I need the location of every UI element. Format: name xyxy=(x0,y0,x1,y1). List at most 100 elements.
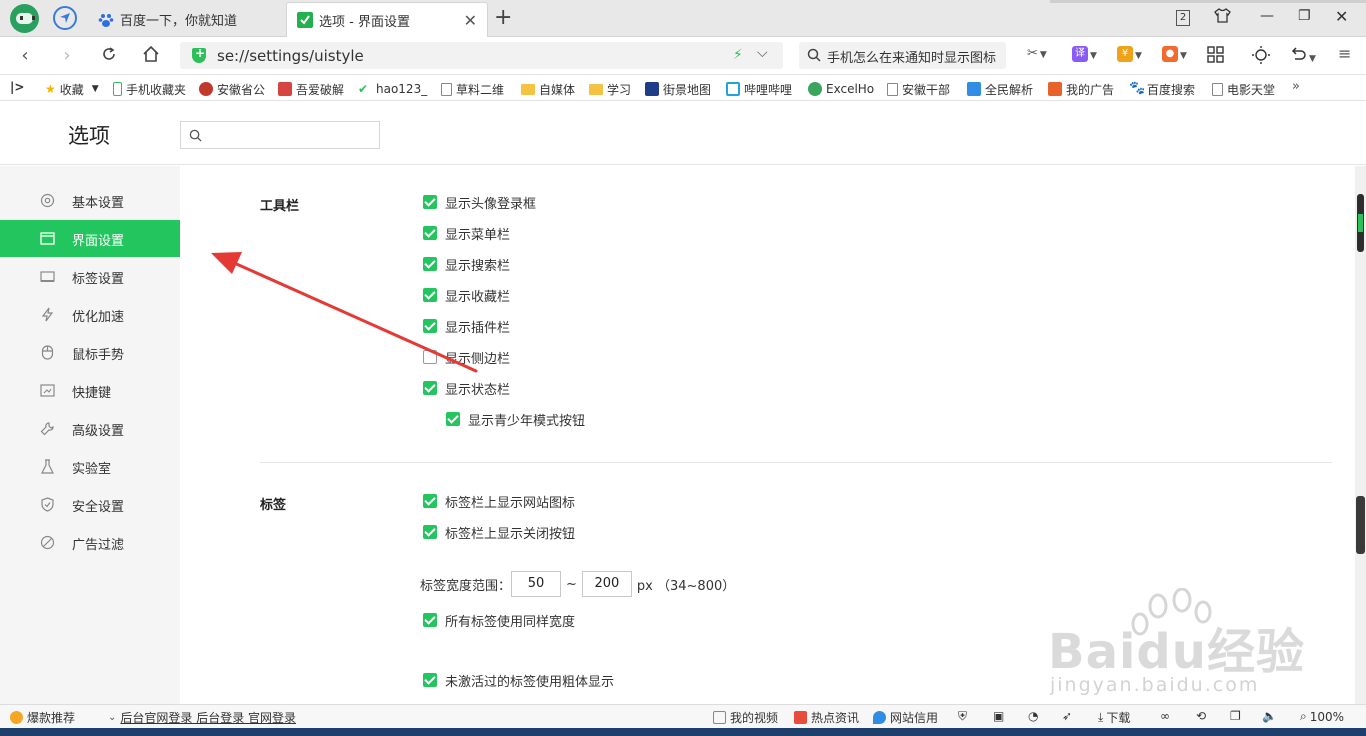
home-icon[interactable] xyxy=(140,45,162,67)
more-bookmarks-icon[interactable]: » xyxy=(1292,79,1300,94)
image-icon[interactable]: ▣ xyxy=(993,709,1004,723)
checkbox[interactable] xyxy=(423,381,437,395)
reload-icon[interactable] xyxy=(98,45,120,67)
apps-grid-icon[interactable] xyxy=(1207,46,1224,66)
bookmark-item[interactable]: 我的广告 xyxy=(1048,81,1116,97)
scrollbar-thumb[interactable] xyxy=(1357,194,1364,252)
restore-icon[interactable]: ❐ xyxy=(1298,8,1311,24)
status-link[interactable]: ⌄ 后台官网登录 后台登录 官网登录 xyxy=(108,709,296,726)
checkbox[interactable] xyxy=(423,613,437,627)
menu-icon[interactable]: ≡ xyxy=(1338,44,1351,64)
option-show-statusbar[interactable]: 显示状态栏 xyxy=(423,379,510,398)
bookmark-item[interactable]: 全民解析 xyxy=(967,81,1035,97)
option-show-avatar[interactable]: 显示头像登录框 xyxy=(423,193,536,212)
new-tab-icon[interactable]: + xyxy=(494,5,512,31)
sync-icon[interactable]: ⟲ xyxy=(1196,709,1206,723)
bookmark-item[interactable]: 安徽干部 xyxy=(887,81,955,97)
download-button[interactable]: ⤓ 下载 xyxy=(1098,709,1130,726)
option-bold-inactive[interactable]: 未激活过的标签使用粗体显示 xyxy=(423,671,614,690)
browser-logo-icon[interactable] xyxy=(10,4,39,33)
forward-icon[interactable]: › xyxy=(56,45,78,67)
sidebar-item-mouse[interactable]: 鼠标手势 xyxy=(0,334,180,371)
bookmark-favorites[interactable]: ★ 收藏 ▼ xyxy=(45,81,99,97)
chevron-down-icon[interactable]: ⌵ xyxy=(757,45,768,61)
checkbox[interactable] xyxy=(423,226,437,240)
window-mode-icon[interactable]: ❐ xyxy=(1230,709,1241,723)
tab-width-min-input[interactable]: 50 xyxy=(511,571,562,597)
tab-width-max-input[interactable]: 200 xyxy=(581,571,632,597)
sidebar-item-ui[interactable]: 界面设置 xyxy=(0,220,180,257)
checkbox[interactable] xyxy=(423,350,437,364)
bookmark-item[interactable]: 电影天堂 xyxy=(1212,81,1280,97)
bookmark-item[interactable]: 安徽省公 xyxy=(199,81,265,97)
sidebar-item-shortcut[interactable]: 快捷键 xyxy=(0,372,180,409)
checkbox[interactable] xyxy=(446,412,460,426)
tab-baidu[interactable]: 百度一下，你就知道 xyxy=(88,2,284,37)
back-icon[interactable]: ‹ xyxy=(14,45,36,67)
option-show-searchbar[interactable]: 显示搜索栏 xyxy=(423,255,510,274)
speed-mode-icon[interactable]: ⚡ xyxy=(733,47,743,63)
address-input[interactable]: se://settings/uistyle ⚡ ⌵ xyxy=(180,42,783,69)
hot-recommend[interactable]: 爆款推荐 xyxy=(10,709,75,726)
checkbox[interactable] xyxy=(423,673,437,687)
sidebar-item-security[interactable]: 安全设置 xyxy=(0,486,180,523)
bookmark-folder[interactable]: 自媒体 xyxy=(521,81,581,97)
bookmark-item[interactable]: ExcelHo xyxy=(808,81,874,97)
bookmark-item[interactable]: 手机收藏夹 xyxy=(113,81,191,97)
skin-icon[interactable] xyxy=(1214,8,1231,27)
scissors-icon[interactable]: ✂ ▼ xyxy=(1027,46,1047,66)
checkbox[interactable] xyxy=(423,257,437,271)
settings-search-input[interactable] xyxy=(180,121,380,149)
volume-icon[interactable]: 🔈 xyxy=(1262,709,1277,723)
tab-count-badge[interactable]: 2 xyxy=(1176,10,1190,26)
bookmark-item[interactable]: 哔哩哔哩 xyxy=(726,81,794,97)
bookmark-item[interactable]: 草料二维 xyxy=(441,81,507,97)
checkbox[interactable] xyxy=(423,494,437,508)
close-window-icon[interactable]: ✕ xyxy=(1335,7,1348,26)
undo-icon[interactable]: ▼ xyxy=(1290,46,1316,66)
sidebar-item-tabs[interactable]: 标签设置 xyxy=(0,258,180,295)
scrollbar-thumb-secondary[interactable] xyxy=(1356,496,1365,554)
sidebar-toggle-icon[interactable]: |> xyxy=(10,80,24,94)
tab-close-icon[interactable]: ✕ xyxy=(464,11,477,30)
sidebar-item-lab[interactable]: 实验室 xyxy=(0,448,180,485)
sidebar-item-speed[interactable]: 优化加速 xyxy=(0,296,180,333)
option-tab-close-button[interactable]: 标签栏上显示关闭按钮 xyxy=(423,523,575,542)
brightness-icon[interactable] xyxy=(1252,46,1270,66)
option-show-menubar[interactable]: 显示菜单栏 xyxy=(423,224,510,243)
hot-news[interactable]: 热点资讯 xyxy=(794,709,859,726)
bookmark-item[interactable]: 街景地图 xyxy=(645,81,713,97)
sidebar-item-basic[interactable]: 基本设置 xyxy=(0,182,180,219)
checkbox[interactable] xyxy=(423,195,437,209)
checkbox[interactable] xyxy=(423,525,437,539)
game-icon[interactable]: ● ▼ xyxy=(1162,46,1187,66)
glasses-icon[interactable]: ∞ xyxy=(1160,709,1170,723)
option-show-pluginbar[interactable]: 显示插件栏 xyxy=(423,317,510,336)
minimize-icon[interactable]: — xyxy=(1260,8,1274,24)
sidebar-item-adblock[interactable]: 广告过滤 xyxy=(0,524,180,561)
zoom-level[interactable]: ⌕ 100% xyxy=(1300,709,1344,724)
shield-status-icon[interactable]: ⛨ xyxy=(958,709,967,724)
coupon-icon[interactable]: ¥ ▼ xyxy=(1117,46,1142,66)
my-video[interactable]: 我的视频 xyxy=(713,709,778,726)
bookmark-folder[interactable]: 学习 xyxy=(589,81,635,97)
bookmark-item[interactable]: 🐾 百度搜索 xyxy=(1129,81,1197,97)
tab-settings[interactable]: 选项 - 界面设置 ✕ xyxy=(286,2,488,37)
navigation-icon[interactable] xyxy=(53,6,77,30)
bookmark-item[interactable]: ✔ hao123_ xyxy=(358,81,428,97)
sidebar-item-advanced[interactable]: 高级设置 xyxy=(0,410,180,447)
option-show-sidebar[interactable]: 显示侧边栏 xyxy=(423,348,510,367)
vertical-scrollbar[interactable] xyxy=(1355,166,1366,704)
rocket-icon[interactable]: ➶ xyxy=(1062,709,1072,723)
option-same-width[interactable]: 所有标签使用同样宽度 xyxy=(423,611,575,630)
option-show-favbar[interactable]: 显示收藏栏 xyxy=(423,286,510,305)
site-credit[interactable]: 网站信用 xyxy=(873,709,938,726)
checkbox[interactable] xyxy=(423,288,437,302)
search-input[interactable]: 手机怎么在来通知时显示图标 xyxy=(799,42,1006,69)
translate-icon[interactable]: 译 ▼ xyxy=(1072,46,1097,66)
checkbox[interactable] xyxy=(423,319,437,333)
option-tab-favicon[interactable]: 标签栏上显示网站图标 xyxy=(423,492,575,511)
speed-icon[interactable]: ◔ xyxy=(1028,709,1038,723)
option-show-teen-mode[interactable]: 显示青少年模式按钮 xyxy=(446,410,585,429)
bookmark-item[interactable]: 吾爱破解 xyxy=(278,81,346,97)
